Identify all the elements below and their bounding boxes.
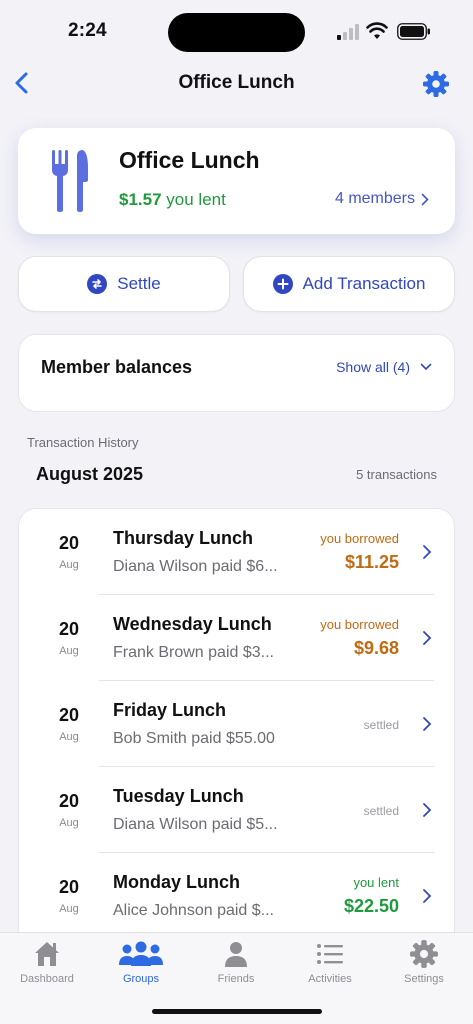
transaction-payer: Alice Johnson paid $... xyxy=(113,902,274,919)
member-balances-title: Member balances xyxy=(41,357,193,377)
transaction-status: you borrowed xyxy=(320,617,399,632)
transaction-month: Aug xyxy=(59,817,79,829)
add-transaction-label: Add Transaction xyxy=(302,274,426,293)
transaction-amount: $22.50 xyxy=(343,896,399,916)
chevron-right-icon xyxy=(423,717,432,731)
people-icon xyxy=(119,941,163,966)
wifi-icon xyxy=(366,22,388,39)
transaction-payer: Frank Brown paid $3... xyxy=(113,644,274,661)
group-name: Office Lunch xyxy=(119,147,260,173)
transaction-status: you lent xyxy=(353,875,399,890)
settle-button[interactable]: Settle xyxy=(18,256,230,312)
status-bar: 2:24 xyxy=(0,0,473,60)
transaction-day: 20 xyxy=(58,533,80,553)
members-link[interactable]: 4 members xyxy=(335,190,429,208)
transaction-month: Aug xyxy=(59,645,79,657)
transaction-row[interactable]: 20 Aug Friday Lunch Bob Smith paid $55.0… xyxy=(19,681,454,767)
page-title: Office Lunch xyxy=(178,72,295,93)
navigation-bar: Office Lunch xyxy=(0,62,473,106)
tab-label: Activities xyxy=(308,973,352,985)
tab-friends[interactable]: Friends xyxy=(189,939,283,985)
plus-circle-icon xyxy=(272,274,293,294)
gear-icon xyxy=(410,940,438,968)
chevron-right-icon xyxy=(421,193,429,205)
transaction-row[interactable]: 20 Aug Thursday Lunch Diana Wilson paid … xyxy=(19,509,454,595)
home-indicator xyxy=(152,1009,322,1014)
tab-label: Groups xyxy=(122,973,160,985)
transaction-amount: $11.25 xyxy=(344,552,399,572)
lent-label: you lent xyxy=(166,190,226,209)
settle-label: Settle xyxy=(117,274,161,293)
tab-groups[interactable]: Groups xyxy=(94,939,188,985)
transaction-payer: Diana Wilson paid $5... xyxy=(113,816,278,833)
transaction-month: Aug xyxy=(59,731,79,743)
transaction-title: Tuesday Lunch xyxy=(113,786,244,806)
show-all-label: Show all (4) xyxy=(336,359,410,375)
transaction-title: Friday Lunch xyxy=(113,700,227,720)
member-balances-card: Member balances Show all (4) xyxy=(18,334,455,412)
transaction-day: 20 xyxy=(58,791,80,811)
members-label: 4 members xyxy=(334,190,415,207)
add-transaction-button[interactable]: Add Transaction xyxy=(243,256,455,312)
chevron-right-icon xyxy=(423,803,432,817)
group-balance: $1.57 you lent xyxy=(119,190,226,210)
month-title: August 2025 xyxy=(36,464,144,484)
tab-label: Friends xyxy=(217,973,255,985)
cellular-signal-icon xyxy=(337,24,359,40)
transaction-payer: Bob Smith paid $55.00 xyxy=(113,730,275,747)
person-icon xyxy=(225,942,247,967)
transaction-status: settled xyxy=(363,718,399,732)
transaction-payer: Diana Wilson paid $6... xyxy=(113,558,278,575)
transaction-history-label: Transaction History xyxy=(27,435,139,450)
chevron-right-icon xyxy=(423,545,432,559)
list-icon xyxy=(317,944,343,964)
fork-knife-icon xyxy=(52,150,88,212)
status-time: 2:24 xyxy=(68,20,107,41)
tab-label: Settings xyxy=(404,973,444,985)
transaction-row[interactable]: 20 Aug Monday Lunch Alice Johnson paid $… xyxy=(19,853,454,938)
battery-icon xyxy=(397,23,430,40)
tab-dashboard[interactable]: Dashboard xyxy=(0,939,94,985)
transaction-title: Thursday Lunch xyxy=(113,528,254,548)
transaction-status: settled xyxy=(363,804,399,818)
transaction-day: 20 xyxy=(58,619,80,639)
transaction-list: 20 Aug Thursday Lunch Diana Wilson paid … xyxy=(18,508,455,938)
chevron-right-icon xyxy=(423,631,432,645)
transaction-status: you borrowed xyxy=(320,531,399,546)
transaction-row[interactable]: 20 Aug Wednesday Lunch Frank Brown paid … xyxy=(19,595,454,681)
tab-label: Dashboard xyxy=(20,973,74,985)
tab-settings[interactable]: Settings xyxy=(377,939,471,985)
transaction-row[interactable]: 20 Aug Tuesday Lunch Diana Wilson paid $… xyxy=(19,767,454,853)
settle-arrows-icon xyxy=(87,274,108,294)
transaction-month: Aug xyxy=(59,559,79,571)
dynamic-island xyxy=(168,13,305,52)
transaction-month: Aug xyxy=(59,903,79,915)
gear-icon[interactable] xyxy=(422,70,450,98)
house-icon xyxy=(35,942,59,966)
transaction-day: 20 xyxy=(58,705,80,725)
group-summary-card: Office Lunch $1.57 you lent 4 members xyxy=(18,128,455,234)
lent-amount: $1.57 xyxy=(119,190,162,209)
transaction-count: 5 transactions xyxy=(356,467,437,482)
show-all-balances-button[interactable]: Show all (4) xyxy=(336,359,432,375)
chevron-right-icon xyxy=(423,889,432,903)
transaction-day: 20 xyxy=(58,877,80,897)
chevron-down-icon xyxy=(420,363,432,371)
transaction-title: Wednesday Lunch xyxy=(113,614,272,634)
transaction-title: Monday Lunch xyxy=(113,872,240,892)
tab-activities[interactable]: Activities xyxy=(283,939,377,985)
transaction-amount: $9.68 xyxy=(353,638,399,658)
